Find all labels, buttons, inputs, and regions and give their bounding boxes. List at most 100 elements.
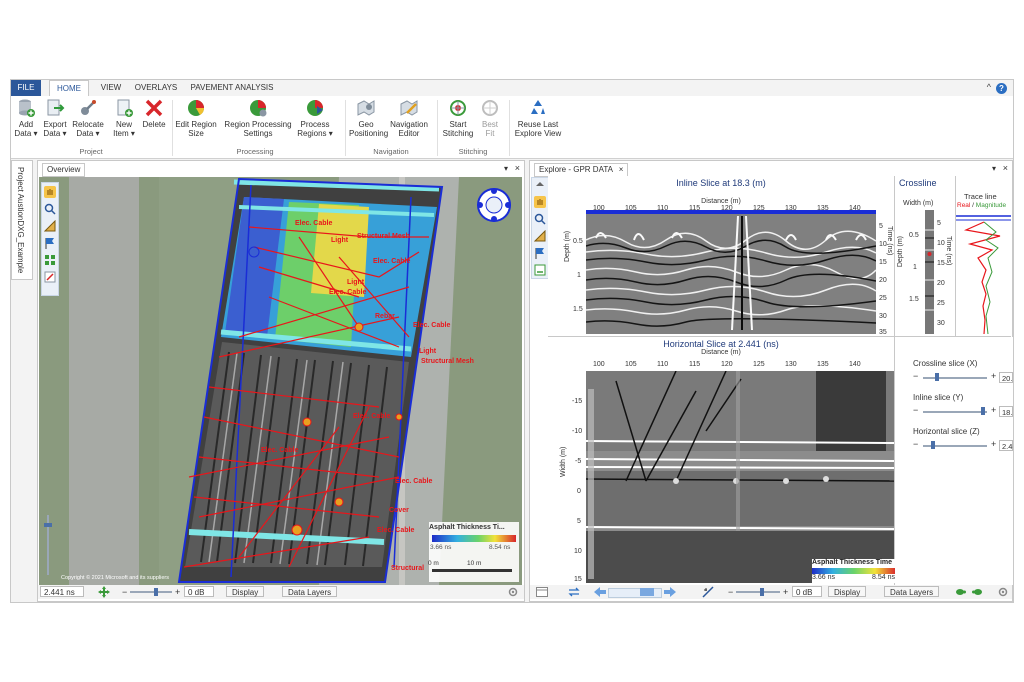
horizontal-slider-thumb[interactable]: [931, 441, 935, 449]
horizontal-distance-label: Distance (m): [701, 349, 741, 356]
display-button[interactable]: Display: [226, 586, 265, 597]
gain-minus-button[interactable]: −: [122, 587, 127, 597]
geo-positioning-button[interactable]: Geo Positioning: [349, 98, 388, 138]
layers-edit-icon[interactable]: [44, 271, 56, 283]
ruler-icon[interactable]: [534, 230, 546, 242]
relocate-data-button[interactable]: Relocate Data ▾: [71, 98, 105, 138]
arrow-left-icon[interactable]: [594, 587, 606, 597]
crossline-plus-button[interactable]: +: [991, 371, 996, 381]
distance-tick: 105: [625, 205, 637, 212]
gain-field[interactable]: 0 dB: [184, 586, 214, 597]
tab-explore-gpr-data[interactable]: Explore - GPR DATA ×: [534, 163, 629, 177]
scroll-thumb[interactable]: [640, 588, 654, 596]
inline-plus-button[interactable]: +: [991, 405, 996, 415]
annotation-label: Elec. Cable: [373, 258, 411, 265]
reuse-last-explore-view-button[interactable]: Reuse Last Explore View: [513, 98, 563, 138]
horizontal-minus-button[interactable]: −: [913, 439, 918, 449]
new-item-label: New Item ▾: [113, 120, 135, 138]
close-icon[interactable]: ×: [515, 163, 520, 173]
gain-plus-button[interactable]: +: [175, 587, 180, 597]
tab-view[interactable]: VIEW: [95, 80, 127, 96]
edit-region-size-button[interactable]: Edit Region Size: [175, 98, 217, 138]
turtle-alt-icon[interactable]: [972, 586, 984, 598]
best-fit-button[interactable]: Best Fit: [477, 98, 503, 138]
horizontal-slice-view[interactable]: Horizontal Slice at 2.441 (ns) Distance …: [548, 337, 896, 585]
inline-radargram: [586, 210, 876, 334]
tab-home[interactable]: HOME: [49, 80, 89, 96]
data-layers-button[interactable]: Data Layers: [282, 586, 338, 597]
export-data-button[interactable]: Export Data ▾: [41, 98, 69, 138]
move-arrows-icon[interactable]: [98, 586, 110, 598]
panel-menu-icon[interactable]: ▾: [504, 164, 508, 173]
flag-icon[interactable]: [44, 237, 56, 249]
close-icon[interactable]: ×: [1003, 163, 1008, 173]
close-tab-icon[interactable]: ×: [619, 165, 624, 174]
explore-gain-plus-button[interactable]: +: [783, 587, 788, 597]
inline-slider-thumb[interactable]: [981, 407, 985, 415]
project-sidebar[interactable]: Project AustionDXG_Example: [11, 160, 33, 280]
pan-hand-icon[interactable]: [534, 196, 546, 208]
compass-icon[interactable]: [477, 188, 511, 222]
navigation-editor-button[interactable]: Navigation Editor: [387, 98, 431, 138]
pan-hand-icon[interactable]: [44, 186, 56, 198]
horizontal-value-field[interactable]: 2.4: [999, 440, 1013, 451]
start-stitching-button[interactable]: Start Stitching: [441, 98, 475, 138]
pick-tool-icon[interactable]: [702, 586, 714, 598]
scale-zero-label: 0 m: [428, 560, 439, 567]
help-icon[interactable]: ?: [996, 83, 1007, 94]
tab-pavement-analysis[interactable]: PAVEMENT ANALYSIS: [187, 80, 277, 96]
annotation-label: Light: [347, 279, 365, 286]
ruler-icon[interactable]: [44, 220, 56, 232]
inline-value-field[interactable]: 18.: [999, 406, 1013, 417]
explore-gain-field[interactable]: 0 dB: [792, 586, 822, 597]
collapse-ribbon-icon[interactable]: ^: [987, 82, 991, 92]
explore-gain-slider-track: [736, 591, 780, 593]
crossline-minus-button[interactable]: −: [913, 371, 918, 381]
region-settings-icon: [250, 100, 267, 117]
arrow-right-icon[interactable]: [664, 587, 676, 597]
horizontal-plus-button[interactable]: +: [991, 439, 996, 449]
settings-gear-icon[interactable]: [998, 587, 1008, 597]
gain-slider-thumb[interactable]: [154, 588, 158, 596]
new-item-button[interactable]: New Item ▾: [111, 98, 137, 138]
inline-minus-button[interactable]: −: [913, 405, 918, 415]
panel-menu-icon[interactable]: ▾: [992, 164, 996, 173]
time-tick: 20: [879, 277, 887, 284]
explore-display-button[interactable]: Display: [828, 586, 867, 597]
distance-tick: 130: [785, 205, 797, 212]
collapse-up-icon[interactable]: [534, 180, 546, 188]
zoom-icon[interactable]: [534, 213, 546, 225]
crossline-view[interactable]: Crossline Width (m) Depth (m) Time (ns) …: [895, 176, 956, 337]
process-regions-button[interactable]: Process Regions ▾: [295, 98, 335, 138]
region-processing-settings-button[interactable]: Region Processing Settings: [223, 98, 293, 138]
tab-file[interactable]: FILE: [11, 80, 41, 96]
tab-overview[interactable]: Overview: [42, 163, 86, 177]
panel-layout-icon[interactable]: [536, 587, 548, 597]
horizontal-slice-title: Horizontal Slice at 2.441 (ns): [663, 339, 779, 349]
grid-icon[interactable]: [44, 254, 56, 266]
map-zoom-slider[interactable]: [43, 515, 53, 577]
turtle-icon[interactable]: [954, 586, 966, 598]
crossline-value-field[interactable]: 20.: [999, 372, 1013, 383]
trace-line-view[interactable]: Trace line Real / Magnitude: [956, 176, 1011, 337]
swap-arrows-icon[interactable]: [568, 587, 580, 597]
annotation-label: Elec. Cable: [413, 322, 451, 329]
delete-button[interactable]: Delete: [141, 98, 167, 129]
settings-gear-icon[interactable]: [508, 587, 518, 597]
explore-gain-slider-thumb[interactable]: [760, 588, 764, 596]
time-depth-field[interactable]: 2.441 ns: [40, 586, 84, 597]
annotation-tool-icon[interactable]: [534, 264, 546, 276]
explore-data-layers-button[interactable]: Data Layers: [884, 586, 940, 597]
inline-slice-view[interactable]: Inline Slice at 18.3 (m) Distance (m) De…: [548, 176, 895, 337]
map-copyright: Copyright © 2021 Microsoft and its suppl…: [61, 575, 169, 581]
inline-time-label: Time (ns): [886, 226, 893, 256]
crossline-slider-thumb[interactable]: [935, 373, 939, 381]
explore-gain-minus-button[interactable]: −: [728, 587, 733, 597]
overview-map[interactable]: Asphalt Thickness Ti... 3.66 ns 8.54 ns …: [39, 177, 522, 585]
annotation-label: Elec. Cable: [261, 447, 299, 454]
zoom-icon[interactable]: [44, 203, 56, 215]
tab-overlays[interactable]: OVERLAYS: [131, 80, 181, 96]
zoom-slider-thumb[interactable]: [44, 523, 52, 527]
add-data-button[interactable]: Add Data ▾: [13, 98, 39, 138]
flag-icon[interactable]: [534, 247, 546, 259]
